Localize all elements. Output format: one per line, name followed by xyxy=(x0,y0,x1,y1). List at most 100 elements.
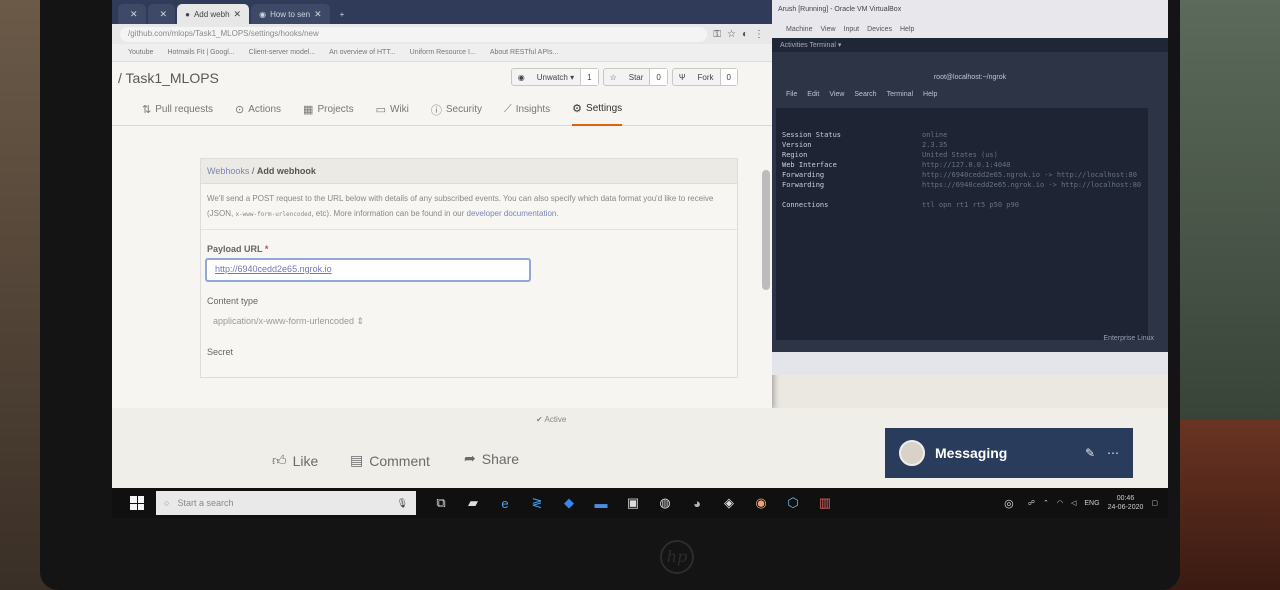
vscode-icon[interactable]: ≷ xyxy=(526,492,548,514)
tab-wiki[interactable]: ▭ Wiki xyxy=(376,94,409,126)
share-button[interactable]: ➦ Share xyxy=(464,450,519,467)
menu-item[interactable]: Input xyxy=(844,26,860,38)
clock[interactable]: 00:46 24-06-2020 xyxy=(1108,494,1144,512)
repo-name[interactable]: / Task1_MLOPS xyxy=(118,70,219,86)
bookmark[interactable]: Youtube xyxy=(128,49,153,56)
more-icon[interactable]: ⋯ xyxy=(1107,446,1119,460)
terminal-line: Region United States (us) xyxy=(782,151,998,159)
payload-url-input[interactable]: http://6940cedd2e65.ngrok.io xyxy=(205,258,531,282)
tab-security[interactable]: ⓘ Security xyxy=(431,94,482,126)
bookmark[interactable]: Uniform Resource I... xyxy=(410,49,476,56)
browser-tab[interactable]: ◉ How to sen ✕ xyxy=(251,4,330,24)
terminal-output[interactable]: Session Status online Version 2.3.35 Regio… xyxy=(776,108,1148,340)
tab-insights[interactable]: ⟋ Insights xyxy=(504,94,550,126)
gnome-topbar[interactable]: Activities Terminal ▾ xyxy=(772,38,1168,52)
virtualbox-window: Arush [Running] - Oracle VM VirtualBox M… xyxy=(772,0,1168,375)
webhooks-link[interactable]: Webhooks xyxy=(207,166,249,176)
app-icon[interactable]: ◈ xyxy=(718,492,740,514)
tab-actions[interactable]: ⊙ Actions xyxy=(235,94,281,126)
compose-icon[interactable]: ✎ xyxy=(1085,446,1095,460)
menu-item[interactable]: Search xyxy=(854,91,876,98)
store-icon[interactable]: ▣ xyxy=(622,492,644,514)
people-icon[interactable]: ☍ xyxy=(1028,499,1035,507)
app-icon[interactable]: ▥ xyxy=(814,492,836,514)
language-indicator[interactable]: ENG xyxy=(1084,500,1099,507)
browser-tab[interactable]: ✕ xyxy=(147,4,176,24)
browser-tab-active[interactable]: ● Add webh ✕ xyxy=(177,4,250,24)
menu-icon[interactable]: ⋮ xyxy=(754,29,764,40)
folder-icon[interactable]: ▰ xyxy=(462,492,484,514)
chevron-up-icon[interactable]: ⌃ xyxy=(1043,499,1049,507)
shield-icon: ⓘ xyxy=(430,104,442,117)
close-icon[interactable]: ✕ xyxy=(314,9,322,20)
menu-item[interactable]: View xyxy=(829,91,844,98)
edge-icon[interactable]: e xyxy=(494,492,516,514)
profile-icon[interactable]: ◐ xyxy=(742,29,748,40)
terminal-line: Web Interface http://127.0.0.1:4040 xyxy=(782,161,1011,169)
globe-icon[interactable]: ◎ xyxy=(998,492,1020,514)
bookmark[interactable]: Client-server model... xyxy=(249,49,316,56)
notifications-icon[interactable]: ▢ xyxy=(1151,499,1158,507)
fork-button[interactable]: Ψ Fork 0 xyxy=(671,68,738,86)
wifi-icon[interactable]: ◠ xyxy=(1057,499,1063,507)
developer-docs-link[interactable]: developer documentation xyxy=(467,209,557,218)
comment-button[interactable]: ▤ Comment xyxy=(350,452,430,469)
virtualbox-icon[interactable]: ⬡ xyxy=(782,492,804,514)
mail-icon[interactable]: ▬ xyxy=(590,492,612,514)
url-field[interactable]: /github.com/mlops/Task1_MLOPS/settings/h… xyxy=(120,26,708,42)
gear-icon: ⚙ xyxy=(572,103,583,115)
tab-settings[interactable]: ⚙ Settings xyxy=(572,94,623,126)
windows-taskbar: ○ Start a search 🎙︎ ⧉ ▰ e ≷ ◆ ▬ ▣ ◍ ◕ ◈ … xyxy=(112,488,1168,518)
menu-item[interactable]: View xyxy=(820,26,835,38)
laptop-screen: ✕ ✕ ● Add webh ✕ ◉ How to sen ✕ + /github.co… xyxy=(112,0,1168,518)
bookmark[interactable]: An overview of HTT... xyxy=(329,49,396,56)
messaging-title: Messaging xyxy=(935,445,1008,461)
star-icon[interactable]: ☆ xyxy=(727,29,736,40)
close-icon[interactable]: ✕ xyxy=(130,9,138,20)
menu-item[interactable]: Terminal xyxy=(887,91,913,98)
photo-frame: ✕ ✕ ● Add webh ✕ ◉ How to sen ✕ + /github.co… xyxy=(0,0,1280,590)
page-title: Add webhook xyxy=(256,166,316,176)
tab-projects[interactable]: ▦ Projects xyxy=(303,94,354,126)
menu-item[interactable]: File xyxy=(786,91,797,98)
menu-item[interactable]: Help xyxy=(923,91,937,98)
menu-item[interactable]: Machine xyxy=(786,26,812,38)
terminal-line: Forwarding https://6940cedd2e65.ngrok.io … xyxy=(782,181,1142,189)
menu-item[interactable]: Help xyxy=(900,26,914,38)
task-view-icon[interactable]: ⧉ xyxy=(430,492,452,514)
star-button[interactable]: ☆ Star 0 xyxy=(602,68,668,86)
microphone-icon[interactable]: 🎙︎ xyxy=(397,498,408,509)
chrome-icon[interactable]: ◉ xyxy=(750,492,772,514)
like-button[interactable]: 👍︎ Like xyxy=(272,452,318,469)
terminal-line: Version 2.3.35 xyxy=(782,141,948,149)
tab-bar: ✕ ✕ ● Add webh ✕ ◉ How to sen ✕ + xyxy=(112,0,772,24)
close-icon[interactable]: ✕ xyxy=(160,9,168,20)
linkedin-page: ✔ Active 👍︎ Like ▤ Comment ➦ Share Messagin… xyxy=(112,408,1168,498)
key-icon[interactable]: ⚿ xyxy=(713,29,721,40)
close-icon[interactable]: ✕ xyxy=(234,9,242,20)
dropbox-icon[interactable]: ◆ xyxy=(558,492,580,514)
github-icon: ● xyxy=(185,9,190,19)
bookmark[interactable]: Hotmails Fit | Googl... xyxy=(167,49,234,56)
taskbar-search[interactable]: ○ Start a search 🎙︎ xyxy=(156,491,416,515)
bookmark[interactable]: About RESTful APIs... xyxy=(490,49,558,56)
new-tab-button[interactable]: + xyxy=(332,4,353,24)
browser-tab[interactable]: ✕ xyxy=(118,4,146,24)
menu-item[interactable]: Edit xyxy=(807,91,819,98)
comment-icon: ▤ xyxy=(350,452,364,468)
scrollbar[interactable] xyxy=(762,170,770,290)
repo-actions: ◉ Unwatch ▾ 1 ☆ Star 0 Ψ Fork 0 xyxy=(510,68,738,86)
terminal-line: Connections ttl opn rt1 rt5 p50 p90 xyxy=(782,201,1019,209)
volume-icon[interactable]: ◁ xyxy=(1071,499,1076,507)
tab-pull-requests[interactable]: ⇅ Pull requests xyxy=(142,94,213,126)
repo-header: / Task1_MLOPS ◉ Unwatch ▾ 1 ☆ Star 0 Ψ Fork 0 xyxy=(112,62,772,94)
menu-item[interactable]: Devices xyxy=(867,26,892,38)
unwatch-button[interactable]: ◉ Unwatch ▾ 1 xyxy=(510,68,599,86)
content-type-select[interactable]: application/x-www-form-urlencoded ⇕ xyxy=(201,310,737,333)
windows-start-icon[interactable] xyxy=(130,496,144,510)
app-icon[interactable]: ◕ xyxy=(686,492,708,514)
address-bar: /github.com/mlops/Task1_MLOPS/settings/h… xyxy=(112,24,772,44)
messaging-bar[interactable]: Messaging ✎ ⋯ xyxy=(885,428,1133,478)
app-icon[interactable]: ◍ xyxy=(654,492,676,514)
